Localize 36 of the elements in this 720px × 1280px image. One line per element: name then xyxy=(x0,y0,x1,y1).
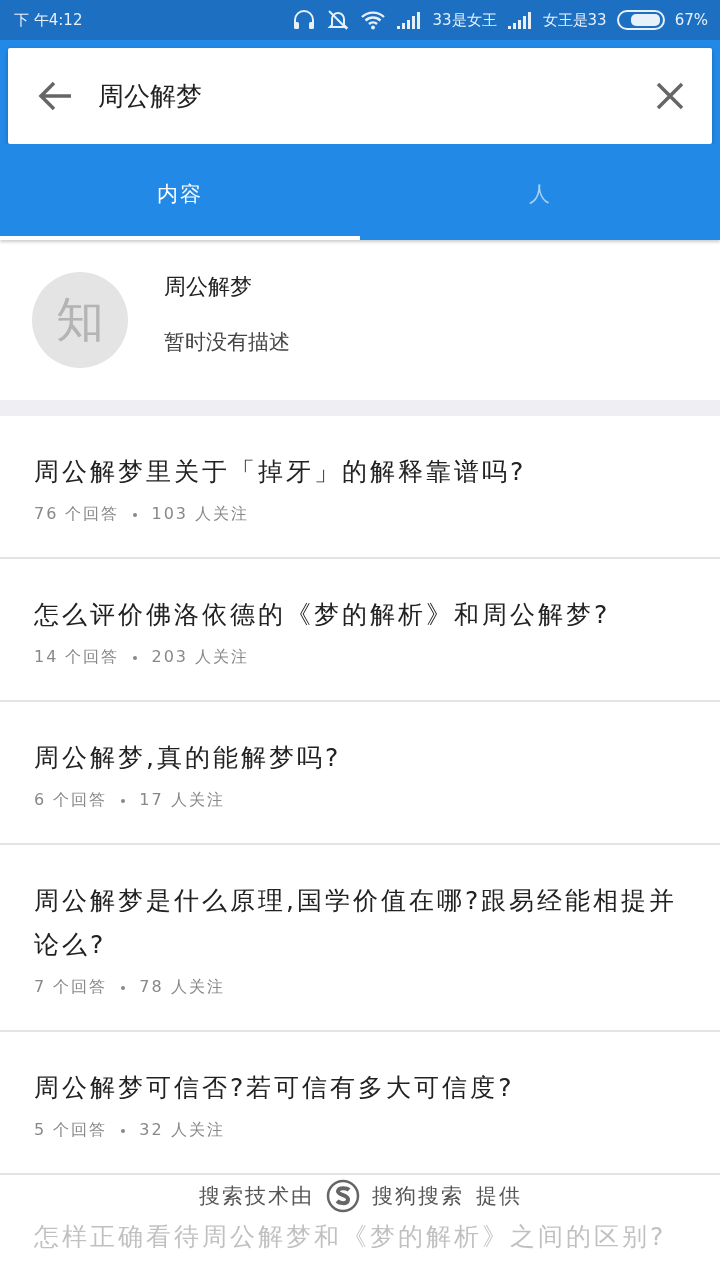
follower-count: 17 人关注 xyxy=(139,790,225,811)
follower-count: 78 人关注 xyxy=(139,977,225,998)
muted-bell-icon xyxy=(326,9,351,31)
signal-icon xyxy=(396,11,423,29)
topic-name: 周公解梦 xyxy=(164,273,253,301)
question-title[interactable]: 周公解梦,真的能解梦吗? xyxy=(34,736,680,780)
signal-icon xyxy=(506,11,533,29)
answer-count: 5 个回答 xyxy=(34,1120,108,1141)
topic-description: 暂时没有描述 xyxy=(164,329,290,356)
follower-count: 32 人关注 xyxy=(139,1120,225,1141)
answer-count: 14 个回答 xyxy=(34,647,120,668)
wifi-icon xyxy=(360,10,387,30)
answer-count: 76 个回答 xyxy=(34,504,120,525)
footer-text: 搜索技术由 xyxy=(198,1183,314,1210)
question-title[interactable]: 怎么评价佛洛依德的《梦的解析》和周公解梦? xyxy=(34,593,680,637)
footer-text: 提供 xyxy=(475,1183,522,1210)
search-bar[interactable]: 周公解梦 xyxy=(8,48,712,144)
search-field[interactable]: 周公解梦 xyxy=(98,76,630,116)
status-time: 下 午4:12 xyxy=(14,10,83,30)
close-icon[interactable] xyxy=(656,82,684,110)
carrier-name: 女王是33 xyxy=(542,10,607,30)
battery-icon xyxy=(616,10,665,30)
question-title[interactable]: 周公解梦可信否?若可信有多大可信度? xyxy=(34,1066,680,1110)
back-arrow-icon[interactable] xyxy=(38,81,72,111)
question-title[interactable]: 周公解梦是什么原理,国学价值在哪?跟易经能相提并论么? xyxy=(34,879,680,967)
question-title[interactable]: 周公解梦里关于「掉牙」的解释靠谱吗? xyxy=(34,450,680,494)
battery-percent: 67% xyxy=(674,11,708,29)
carrier-name: 33是女王 xyxy=(432,10,497,30)
answer-count: 6 个回答 xyxy=(34,790,108,811)
follower-count: 103 人关注 xyxy=(151,504,250,525)
follower-count: 203 人关注 xyxy=(151,647,250,668)
headphones-icon xyxy=(292,9,317,31)
sogou-logo-icon xyxy=(325,1179,360,1213)
footer-brand: 搜狗搜索 xyxy=(371,1183,464,1210)
tab[interactable]: 内容 xyxy=(0,144,360,240)
answer-count: 7 个回答 xyxy=(34,977,108,998)
